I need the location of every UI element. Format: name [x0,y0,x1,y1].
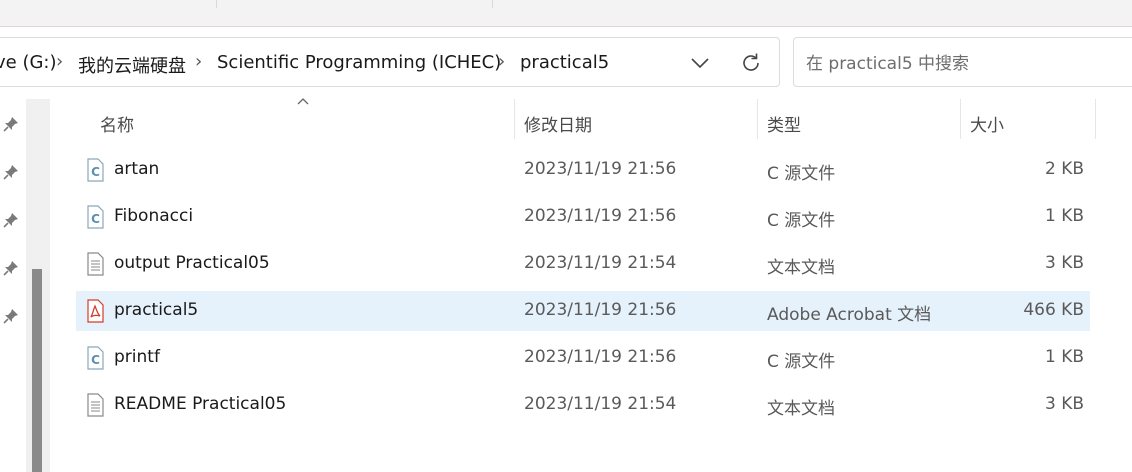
pin-icon[interactable] [2,163,20,181]
nav-scrollbar-thumb[interactable] [32,269,42,472]
file-type: C 源文件 [767,352,836,372]
file-size: 3 KB [1044,253,1084,273]
column-divider[interactable] [1095,99,1096,139]
file-date: 2023/11/19 21:56 [524,206,677,226]
column-divider[interactable] [757,99,758,139]
text-file-icon [87,393,104,417]
file-size: 3 KB [1044,394,1084,414]
pin-icon[interactable] [2,307,20,325]
file-size: 466 KB [1023,300,1084,320]
column-divider[interactable] [960,99,961,139]
file-name: practical5 [114,300,199,320]
navigation-pane [0,99,50,472]
pin-icon[interactable] [2,211,20,229]
breadcrumb-drive[interactable]: ve (G:) [0,52,57,73]
tab-divider [216,0,217,8]
file-type: 文本文档 [767,258,835,278]
title-bar-strip [0,0,1132,27]
column-header-name[interactable]: 名称 [100,111,134,136]
pdf-file-icon [87,299,104,323]
file-row[interactable]: C Fibonacci 2023/11/19 21:56 C 源文件 1 KB [76,197,1090,237]
file-row[interactable]: output Practical05 2023/11/19 21:54 文本文档… [76,244,1090,284]
pin-icon[interactable] [2,115,20,133]
breadcrumb-separator-icon[interactable]: › [498,51,505,72]
chevron-down-icon[interactable] [689,54,711,72]
pin-icon[interactable] [2,259,20,277]
column-header: 名称 修改日期 类型 大小 [76,98,1096,143]
file-name: printf [114,347,160,367]
breadcrumb-separator-icon[interactable]: › [56,51,63,72]
search-input[interactable] [804,51,1132,77]
search-box[interactable] [793,37,1132,87]
column-header-size[interactable]: 大小 [970,111,1004,136]
c-file-icon: C [87,158,104,182]
svg-text:C: C [91,212,100,226]
file-type: 文本文档 [767,399,835,419]
column-divider[interactable] [514,99,515,139]
refresh-icon[interactable] [739,51,763,75]
file-size: 1 KB [1044,206,1084,226]
svg-text:C: C [91,353,100,367]
svg-text:C: C [91,165,100,179]
tab-divider [492,0,493,8]
column-header-type[interactable]: 类型 [767,111,801,136]
c-file-icon: C [87,205,104,229]
file-date: 2023/11/19 21:54 [524,253,677,273]
sort-ascending-icon [297,98,309,105]
file-row[interactable]: C artan 2023/11/19 21:56 C 源文件 2 KB [76,150,1090,190]
file-name: output Practical05 [114,253,270,273]
file-row-selected[interactable]: practical5 2023/11/19 21:56 Adobe Acroba… [76,291,1090,331]
file-date: 2023/11/19 21:56 [524,300,677,320]
file-row[interactable]: README Practical05 2023/11/19 21:54 文本文档… [76,385,1090,425]
file-name: Fibonacci [114,206,194,226]
file-type: C 源文件 [767,164,836,184]
file-row[interactable]: C printf 2023/11/19 21:56 C 源文件 1 KB [76,338,1090,378]
file-type: C 源文件 [767,211,836,231]
file-type: Adobe Acrobat 文档 [767,305,932,325]
file-date: 2023/11/19 21:56 [524,347,677,367]
column-header-date[interactable]: 修改日期 [524,111,592,136]
file-date: 2023/11/19 21:54 [524,394,677,414]
file-name: README Practical05 [114,394,287,414]
navigation-bar: ve (G:) › 我的云端硬盘 › Scientific Programmin… [0,27,1132,99]
file-name: artan [114,159,160,179]
file-size: 1 KB [1044,347,1084,367]
breadcrumb-cloud-drive[interactable]: 我的云端硬盘 [78,52,186,78]
file-date: 2023/11/19 21:56 [524,159,677,179]
breadcrumb-current-folder[interactable]: practical5 [520,52,609,73]
c-file-icon: C [87,346,104,370]
address-bar[interactable]: ve (G:) › 我的云端硬盘 › Scientific Programmin… [0,37,780,87]
text-file-icon [87,252,104,276]
file-size: 2 KB [1044,159,1084,179]
breadcrumb-scientific-programming[interactable]: Scientific Programming (ICHEC) [217,52,501,73]
breadcrumb-separator-icon[interactable]: › [195,51,202,72]
